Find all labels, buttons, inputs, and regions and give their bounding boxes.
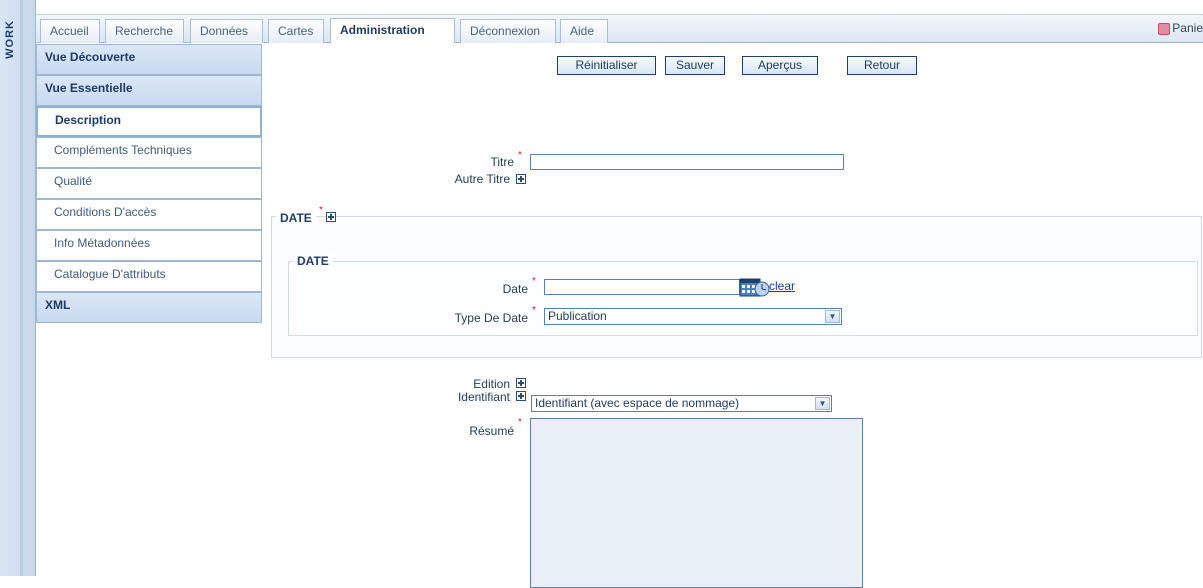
date-subsection-legend: DATE [293, 254, 333, 268]
identifiant-label: Identifiant [457, 390, 510, 404]
menu-info-metadonnees[interactable]: Info Métadonnées [36, 230, 262, 261]
clear-date-link[interactable]: clear [769, 279, 795, 293]
identifiant-select[interactable]: Identifiant (avec espace de nommage) ▼ [531, 395, 832, 412]
required-marker: * [532, 305, 536, 316]
tab-deconnexion[interactable]: Déconnexion [460, 19, 556, 43]
tab-recherche[interactable]: Recherche [105, 19, 184, 43]
add-date-icon[interactable] [326, 212, 336, 222]
menu-complements-techniques[interactable]: Compléments Techniques [36, 137, 262, 168]
type-date-select[interactable]: Publication ▼ [544, 308, 842, 325]
back-button[interactable]: Retour [847, 56, 917, 75]
strip-divider [20, 0, 23, 576]
add-autre-titre-icon[interactable] [516, 174, 526, 184]
cart-link[interactable]: Panie [1158, 21, 1203, 35]
menu-conditions-acces[interactable]: Conditions D'accès [36, 199, 262, 230]
identifiant-selected: Identifiant (avec espace de nommage) [535, 396, 740, 410]
type-date-selected: Publication [548, 309, 607, 323]
reset-button[interactable]: Réinitialiser [557, 56, 656, 75]
edition-label: Edition [473, 377, 510, 391]
side-menu: Vue Découverte Vue Essentielle Descripti… [36, 44, 262, 323]
type-date-label: Type De Date [454, 311, 528, 325]
resume-label: Résumé [469, 424, 514, 438]
main-tab-bar: Accueil Recherche Données Cartes Adminis… [36, 14, 1203, 43]
date-input[interactable] [544, 279, 740, 295]
tab-aide[interactable]: Aide [560, 19, 608, 43]
date-label: Date [502, 282, 528, 296]
required-marker: * [518, 417, 522, 428]
left-strip: WORK [0, 0, 36, 576]
titre-label: Titre [490, 155, 514, 169]
menu-qualite[interactable]: Qualité [36, 168, 262, 199]
resume-textarea[interactable] [530, 418, 863, 588]
save-button[interactable]: Sauver [665, 56, 725, 75]
tab-administration[interactable]: Administration [330, 18, 455, 43]
workspace-label: WORK [4, 20, 16, 59]
chevron-down-icon: ▼ [825, 310, 840, 323]
menu-catalogue-attributs[interactable]: Catalogue D'attributs [36, 261, 262, 292]
tab-cartes[interactable]: Cartes [268, 19, 324, 43]
cart-icon [1158, 22, 1171, 35]
menu-vue-decouverte[interactable]: Vue Découverte [36, 44, 262, 75]
chevron-down-icon: ▼ [815, 397, 830, 410]
required-marker: * [518, 150, 522, 161]
required-marker: * [319, 205, 323, 216]
tab-accueil[interactable]: Accueil [40, 19, 100, 43]
menu-description[interactable]: Description [36, 106, 262, 137]
cart-label: Panie [1172, 21, 1203, 35]
tab-donnees[interactable]: Données [190, 19, 263, 43]
date-section-legend: DATE [276, 211, 316, 225]
add-identifiant-icon[interactable] [516, 391, 526, 401]
calendar-icon[interactable] [739, 274, 770, 298]
autre-titre-label: Autre Titre [454, 172, 510, 186]
preview-button[interactable]: Aperçus [742, 56, 818, 75]
titre-input[interactable] [530, 154, 844, 170]
menu-vue-essentielle[interactable]: Vue Essentielle [36, 75, 262, 106]
required-marker: * [532, 276, 536, 287]
menu-xml[interactable]: XML [36, 292, 262, 323]
add-edition-icon[interactable] [516, 378, 526, 388]
